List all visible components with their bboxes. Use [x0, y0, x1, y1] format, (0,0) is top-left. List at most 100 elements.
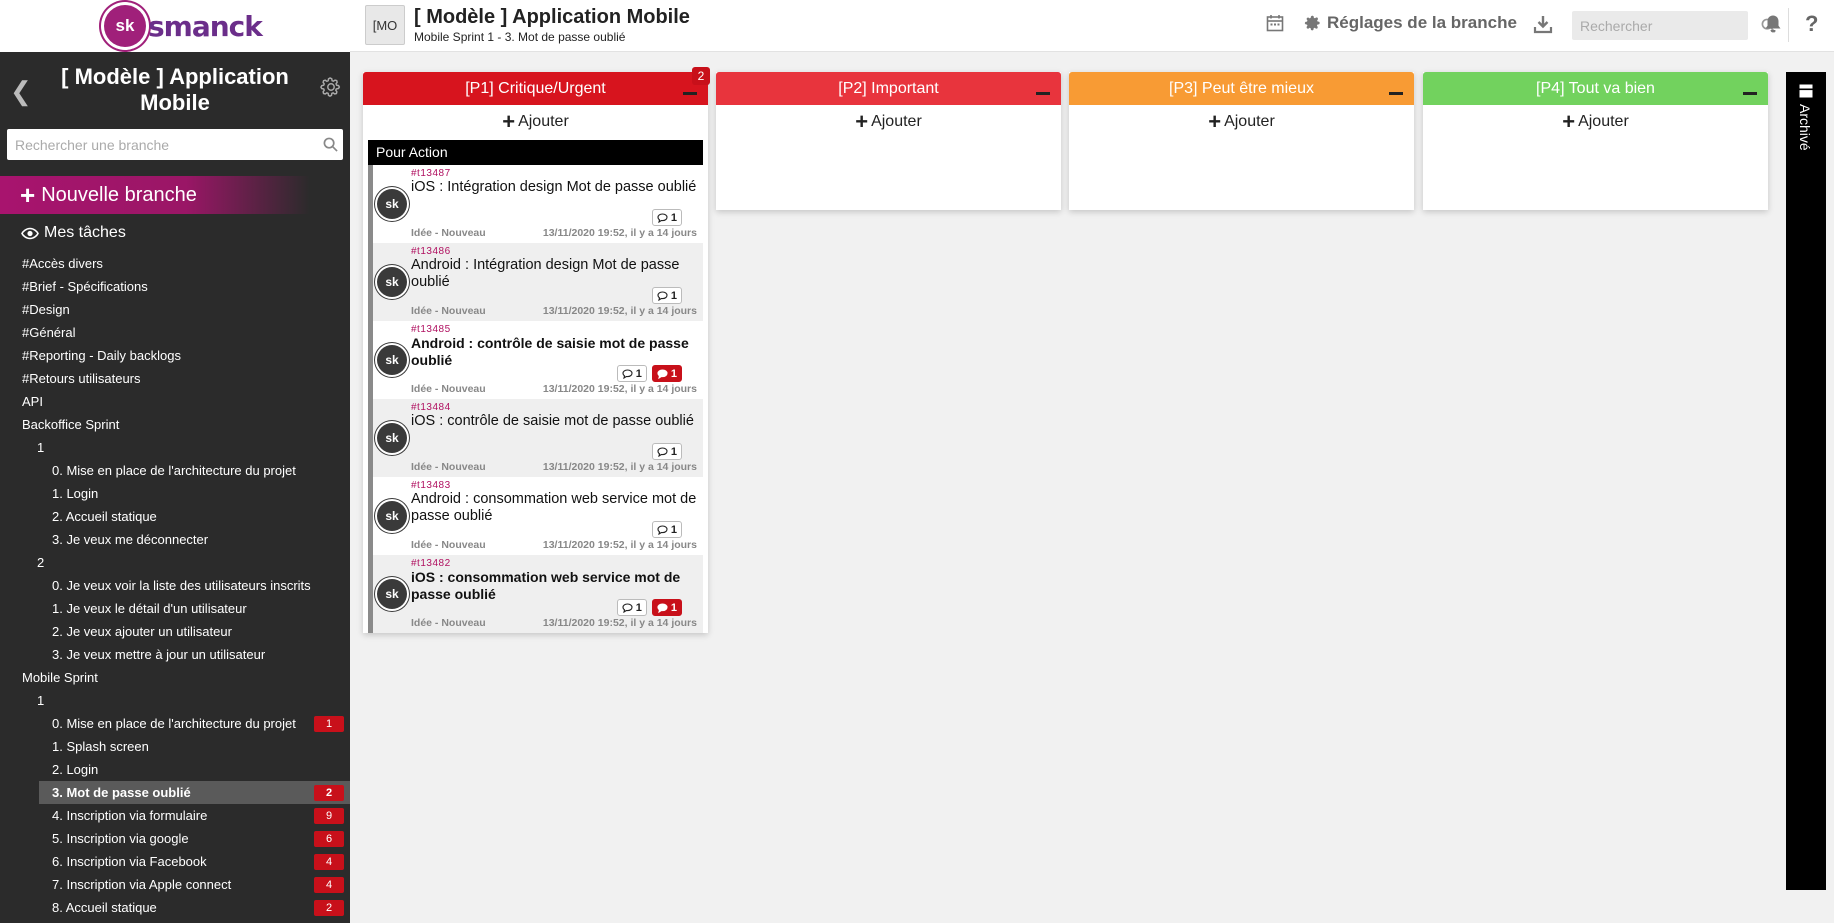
bell-icon[interactable] [1764, 14, 1782, 34]
plus-icon: + [1208, 108, 1222, 134]
collapse-column-button[interactable] [1743, 92, 1757, 95]
task-status: Idée - Nouveau [411, 461, 486, 473]
my-tasks-link[interactable]: Mes tâches [21, 220, 126, 246]
task-title: Android : consommation web service mot d… [411, 491, 697, 524]
collapse-column-button[interactable] [1389, 92, 1403, 95]
task-card[interactable]: sk #t13486 Android : Intégration design Mo… [373, 243, 703, 321]
comments-badge[interactable]: 1 [651, 443, 682, 460]
task-badges: 1 [651, 443, 682, 460]
avatar: sk [377, 501, 407, 531]
sidebar-item[interactable]: 2. Login [0, 758, 350, 781]
task-card[interactable]: sk #t13485 Android : contrôle de saisie mo… [373, 321, 703, 399]
sidebar-item-label: 0. Je veux voir la liste des utilisateur… [52, 578, 311, 593]
sidebar-item[interactable]: 0. Mise en place de l'architecture du pr… [0, 712, 350, 735]
branch-search-input[interactable] [7, 129, 317, 160]
download-icon[interactable] [1533, 14, 1553, 34]
task-title: iOS : contrôle de saisie mot de passe ou… [411, 413, 694, 429]
comments-badge[interactable]: 1 [651, 209, 682, 226]
sidebar-item-label: 4. Inscription via formulaire [52, 808, 208, 823]
add-task-button[interactable]: + Ajouter [716, 105, 1061, 138]
sidebar-item[interactable]: #Reporting - Daily backlogs [0, 344, 350, 367]
divider [1788, 8, 1789, 42]
comments-badge[interactable]: 1 [616, 599, 647, 616]
collapse-column-button[interactable] [683, 92, 697, 95]
task-date: 13/11/2020 19:52, il y a 14 jours [542, 461, 697, 473]
sidebar-header: ❮ [ Modèle ] Application Mobile [0, 52, 350, 127]
comments-count: 1 [670, 211, 677, 224]
global-search-input[interactable] [1572, 17, 1761, 34]
logo-text: smanck [148, 9, 263, 43]
page-title: [ Modèle ] Application Mobile [414, 6, 690, 28]
sidebar-item[interactable]: 3. Je veux mettre à jour un utilisateur [0, 643, 350, 666]
new-branch-button[interactable]: + Nouvelle branche [0, 176, 310, 214]
sidebar-item[interactable]: 2 [0, 551, 350, 574]
count-badge: 2 [314, 900, 344, 916]
branch-search [7, 129, 343, 160]
sidebar-item[interactable]: 0. Je veux voir la liste des utilisateur… [0, 574, 350, 597]
global-search [1572, 11, 1776, 40]
sidebar-item[interactable]: #Design [0, 298, 350, 321]
project-avatar[interactable]: [MO [365, 5, 405, 45]
sidebar-item-label: 0. Mise en place de l'architecture du pr… [52, 716, 296, 731]
sidebar-item[interactable]: 1. Login [0, 482, 350, 505]
add-task-button[interactable]: + Ajouter [363, 105, 708, 138]
sidebar-item[interactable]: #Brief - Spécifications [0, 275, 350, 298]
new-branch-label: Nouvelle branche [41, 183, 197, 206]
sidebar-item[interactable]: Mobile Sprint [0, 666, 350, 689]
task-badges: 11 [616, 365, 682, 382]
sidebar-item[interactable]: 8. Accueil statique 2 [0, 896, 350, 919]
sidebar-item[interactable]: 1 [0, 436, 350, 459]
logo[interactable]: sk smanck [0, 0, 350, 52]
sidebar-item[interactable]: 4. Inscription via formulaire 9 [0, 804, 350, 827]
sidebar-item[interactable]: 3. Je veux me déconnecter [0, 528, 350, 551]
add-task-button[interactable]: + Ajouter [1069, 105, 1414, 138]
sidebar-item-label: #Reporting - Daily backlogs [22, 348, 181, 363]
add-task-label: Ajouter [1224, 112, 1275, 130]
sidebar-item[interactable]: 1 [0, 689, 350, 712]
task-card[interactable]: sk #t13487 iOS : Intégration design Mot de… [373, 165, 703, 243]
sidebar-item[interactable]: #Général [0, 321, 350, 344]
help-icon[interactable]: ? [1805, 11, 1818, 37]
collapse-column-button[interactable] [1036, 92, 1050, 95]
task-card[interactable]: sk #t13484 iOS : contrôle de saisie mot de… [373, 399, 703, 477]
task-list: sk #t13487 iOS : Intégration design Mot de… [368, 165, 703, 633]
comment-icon [657, 368, 668, 379]
sidebar-item[interactable]: API [0, 390, 350, 413]
chevron-left-icon[interactable]: ❮ [10, 76, 32, 107]
sidebar-item[interactable]: 2. Je veux ajouter un utilisateur [0, 620, 350, 643]
calendar-icon[interactable] [1266, 14, 1284, 32]
gear-icon[interactable] [320, 76, 342, 103]
sidebar-item[interactable]: Backoffice Sprint [0, 413, 350, 436]
sidebar-item[interactable]: #Accès divers [0, 252, 350, 275]
empty-column-area [1069, 138, 1414, 210]
sidebar-item[interactable]: 0. Mise en place de l'architecture du pr… [0, 459, 350, 482]
sidebar-item[interactable]: 5. Inscription via google 6 [0, 827, 350, 850]
search-icon[interactable] [317, 137, 343, 152]
comments-badge[interactable]: 1 [616, 365, 647, 382]
sidebar-item-label: 1 [37, 440, 45, 455]
task-card[interactable]: sk #t13483 Android : consommation web serv… [373, 477, 703, 555]
comments-count: 1 [635, 601, 642, 614]
sidebar-item[interactable]: 1. Je veux le détail d'un utilisateur [0, 597, 350, 620]
priority-column: [P1] Critique/Urgent 2 + Ajouter Pour Action… [363, 67, 710, 633]
sidebar-item-label: 3. Je veux me déconnecter [52, 532, 209, 547]
comments-badge[interactable]: 1 [651, 521, 682, 538]
task-id: #t13483 [411, 480, 451, 491]
comment-icon [657, 446, 668, 457]
sidebar-item[interactable]: 6. Inscription via Facebook 4 [0, 850, 350, 873]
sidebar-item-label: 2 [37, 555, 45, 570]
unread-comments-badge[interactable]: 1 [651, 599, 682, 616]
comments-badge[interactable]: 1 [651, 287, 682, 304]
sidebar-item[interactable]: 1. Splash screen [0, 735, 350, 758]
add-task-button[interactable]: + Ajouter [1423, 105, 1768, 138]
task-card[interactable]: sk #t13482 iOS : consommation web service … [373, 555, 703, 633]
unread-comments-badge[interactable]: 1 [651, 365, 682, 382]
sidebar-item[interactable]: 2. Accueil statique [0, 505, 350, 528]
archive-tab[interactable]: Archivé [1786, 72, 1826, 890]
sidebar: sk smanck ❮ [ Modèle ] Application Mobil… [0, 0, 350, 923]
sidebar-item[interactable]: 3. Mot de passe oublié 2 [39, 781, 350, 804]
sidebar-item[interactable]: 7. Inscription via Apple connect 4 [0, 873, 350, 896]
sidebar-item[interactable]: #Retours utilisateurs [0, 367, 350, 390]
branch-settings-button[interactable]: Réglages de la branche [1304, 13, 1517, 33]
task-badges: 1 [651, 209, 682, 226]
